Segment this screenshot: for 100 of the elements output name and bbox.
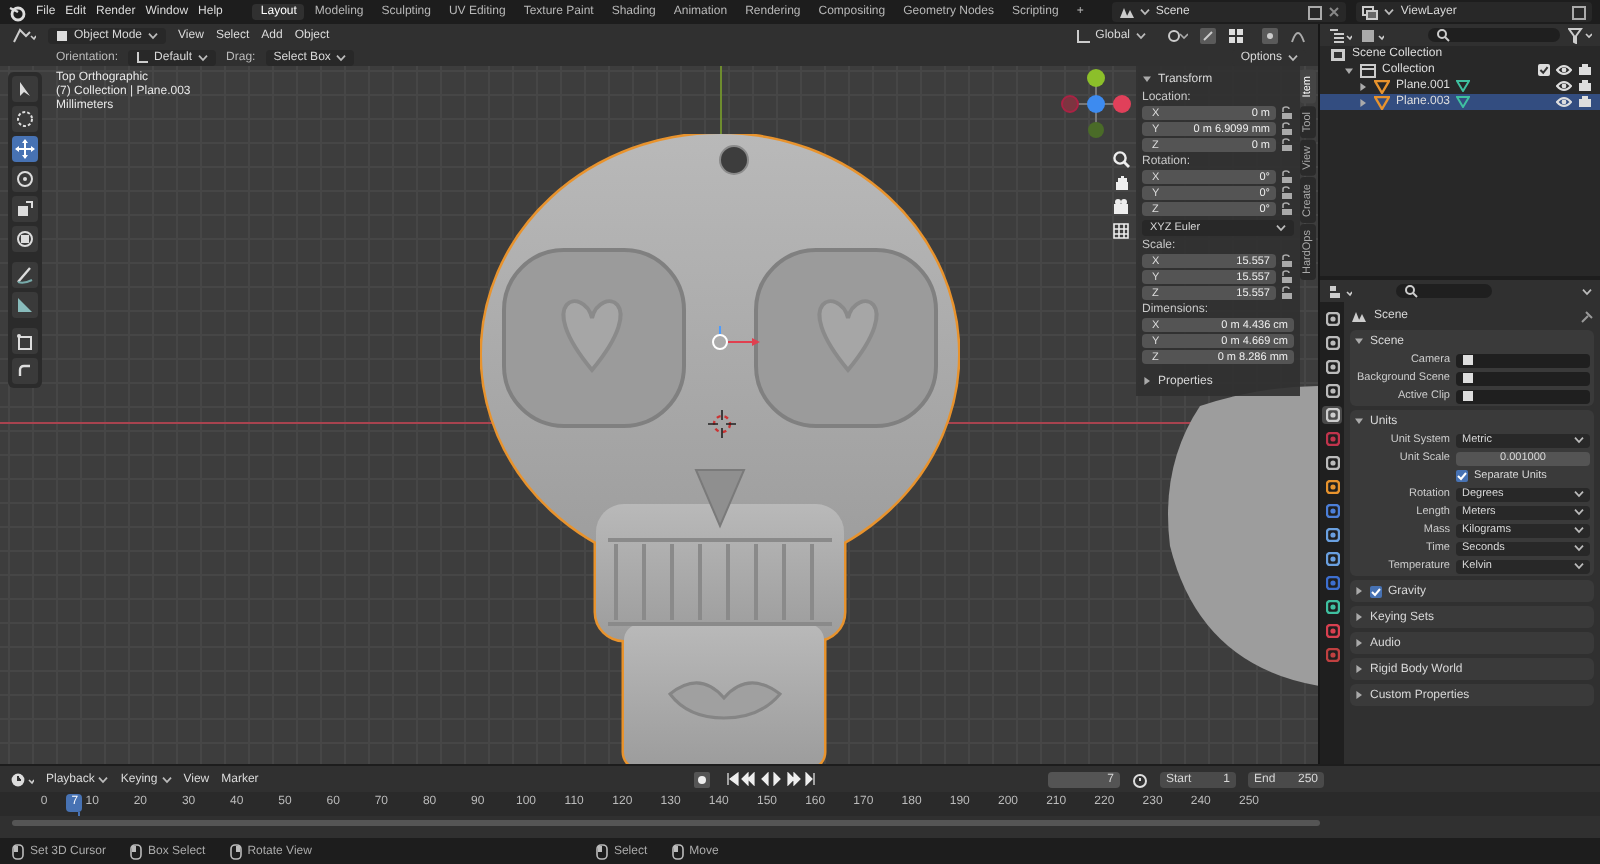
eye-icon[interactable]: [1556, 96, 1572, 108]
mouse-icon: [130, 843, 143, 859]
lock-icon[interactable]: [1280, 122, 1294, 136]
grid-icon[interactable]: [1112, 222, 1130, 240]
record-button-icon[interactable]: [694, 771, 711, 787]
search-icon: [1436, 28, 1450, 42]
property-tab-icon: [1325, 624, 1339, 638]
mouse-icon: [595, 843, 608, 859]
property-tab-icon: [1325, 648, 1339, 662]
mouse-icon: [12, 843, 24, 859]
property-tab-icon: [1325, 528, 1339, 542]
camera-icon[interactable]: [1578, 96, 1592, 108]
object-field[interactable]: [1456, 353, 1590, 367]
snap-icon[interactable]: [1200, 28, 1216, 44]
filter-icon[interactable]: [1568, 27, 1592, 43]
mouse-icon: [229, 843, 242, 859]
lock-icon[interactable]: [1280, 170, 1294, 184]
playback-controls-icon[interactable]: [726, 772, 819, 786]
lock-icon[interactable]: [1280, 286, 1294, 300]
lock-icon[interactable]: [1280, 138, 1294, 152]
property-tab[interactable]: [1322, 622, 1342, 640]
caret-icon: [1582, 287, 1592, 295]
axes-icon: [136, 51, 149, 63]
scrollbar[interactable]: [12, 820, 1320, 826]
camera-icon[interactable]: [1112, 198, 1130, 216]
expanded-arrow-icon[interactable]: [1354, 336, 1364, 346]
checkbox-icon[interactable]: [1538, 64, 1550, 76]
expanded-arrow-icon[interactable]: [1344, 65, 1354, 75]
lock-icon[interactable]: [1280, 270, 1294, 284]
property-tab[interactable]: [1322, 382, 1342, 400]
clock-editor-icon[interactable]: [10, 771, 34, 787]
cube-icon: [56, 30, 68, 42]
property-tab[interactable]: [1322, 478, 1342, 496]
zoom-icon[interactable]: [1112, 150, 1130, 168]
stopwatch-icon[interactable]: [1132, 771, 1148, 787]
eye-icon[interactable]: [1556, 64, 1572, 76]
lock-icon[interactable]: [1280, 202, 1294, 216]
collapsed-arrow-icon[interactable]: [1354, 586, 1364, 596]
collapsed-arrow-icon[interactable]: [1358, 81, 1368, 91]
property-tab-icon: [1325, 360, 1339, 374]
property-tab-icon: [1325, 408, 1339, 422]
falloff-icon[interactable]: [1290, 28, 1306, 44]
property-tab-icon: [1325, 600, 1339, 614]
check-icon: [1456, 470, 1468, 482]
expanded-arrow-icon[interactable]: [1142, 74, 1152, 84]
hand-icon[interactable]: [1112, 174, 1130, 192]
navigation-gizmo[interactable]: [1056, 66, 1136, 142]
property-tab[interactable]: [1322, 358, 1342, 376]
property-tab[interactable]: [1322, 502, 1342, 520]
caret-icon: [1139, 8, 1150, 16]
proportional-edit-icon[interactable]: [1262, 28, 1278, 44]
mouse-icon: [671, 843, 684, 859]
object-field[interactable]: [1456, 389, 1590, 403]
caret-icon: [336, 53, 347, 61]
property-tab[interactable]: [1322, 550, 1342, 568]
blender-logo-icon[interactable]: [8, 3, 26, 21]
eye-icon[interactable]: [1556, 80, 1572, 92]
property-tab[interactable]: [1322, 454, 1342, 472]
copy-icon: [1571, 5, 1586, 19]
camera-icon[interactable]: [1578, 80, 1592, 92]
editor-type-icon[interactable]: [12, 28, 36, 44]
caret-icon: [1574, 436, 1584, 444]
collapsed-arrow-icon[interactable]: [1358, 97, 1368, 107]
pin-icon[interactable]: [1580, 309, 1594, 323]
caret-icon: [1276, 224, 1286, 232]
collapsed-arrow-icon[interactable]: [1142, 376, 1152, 386]
collection-icon: [1360, 63, 1376, 77]
search-field[interactable]: [1396, 284, 1492, 298]
collapsed-arrow-icon[interactable]: [1354, 664, 1364, 674]
collapsed-arrow-icon[interactable]: [1354, 638, 1364, 648]
property-tab[interactable]: [1322, 598, 1342, 616]
search-icon: [1404, 284, 1418, 298]
object-field[interactable]: [1456, 371, 1590, 385]
property-tab[interactable]: [1322, 310, 1342, 328]
collapsed-arrow-icon[interactable]: [1354, 612, 1364, 622]
layers-icon: [1362, 5, 1379, 19]
outliner-editor-icon[interactable]: [1328, 27, 1352, 43]
property-tab[interactable]: [1322, 334, 1342, 352]
lock-icon[interactable]: [1280, 186, 1294, 200]
property-tab-icon: [1325, 456, 1339, 470]
checkbox[interactable]: [1456, 470, 1468, 482]
pivot-icon[interactable]: [1166, 28, 1188, 44]
caret-icon: [98, 775, 109, 783]
caret-icon: [1136, 32, 1146, 40]
property-tab-icon: [1325, 480, 1339, 494]
lock-icon[interactable]: [1280, 254, 1294, 268]
axes-icon: [1075, 29, 1090, 43]
property-tab-icon: [1325, 552, 1339, 566]
expanded-arrow-icon[interactable]: [1354, 416, 1364, 426]
display-mode-icon[interactable]: [1360, 27, 1384, 43]
property-tab-icon: [1325, 432, 1339, 446]
collapsed-arrow-icon[interactable]: [1354, 690, 1364, 700]
property-tab[interactable]: [1322, 526, 1342, 544]
caret-icon: [198, 53, 209, 61]
lock-icon[interactable]: [1280, 106, 1294, 120]
checkbox[interactable]: [1370, 585, 1382, 597]
camera-icon[interactable]: [1578, 64, 1592, 76]
caret-icon: [1288, 53, 1298, 61]
search-field[interactable]: [1428, 28, 1560, 42]
properties-editor-icon[interactable]: [1328, 283, 1352, 299]
